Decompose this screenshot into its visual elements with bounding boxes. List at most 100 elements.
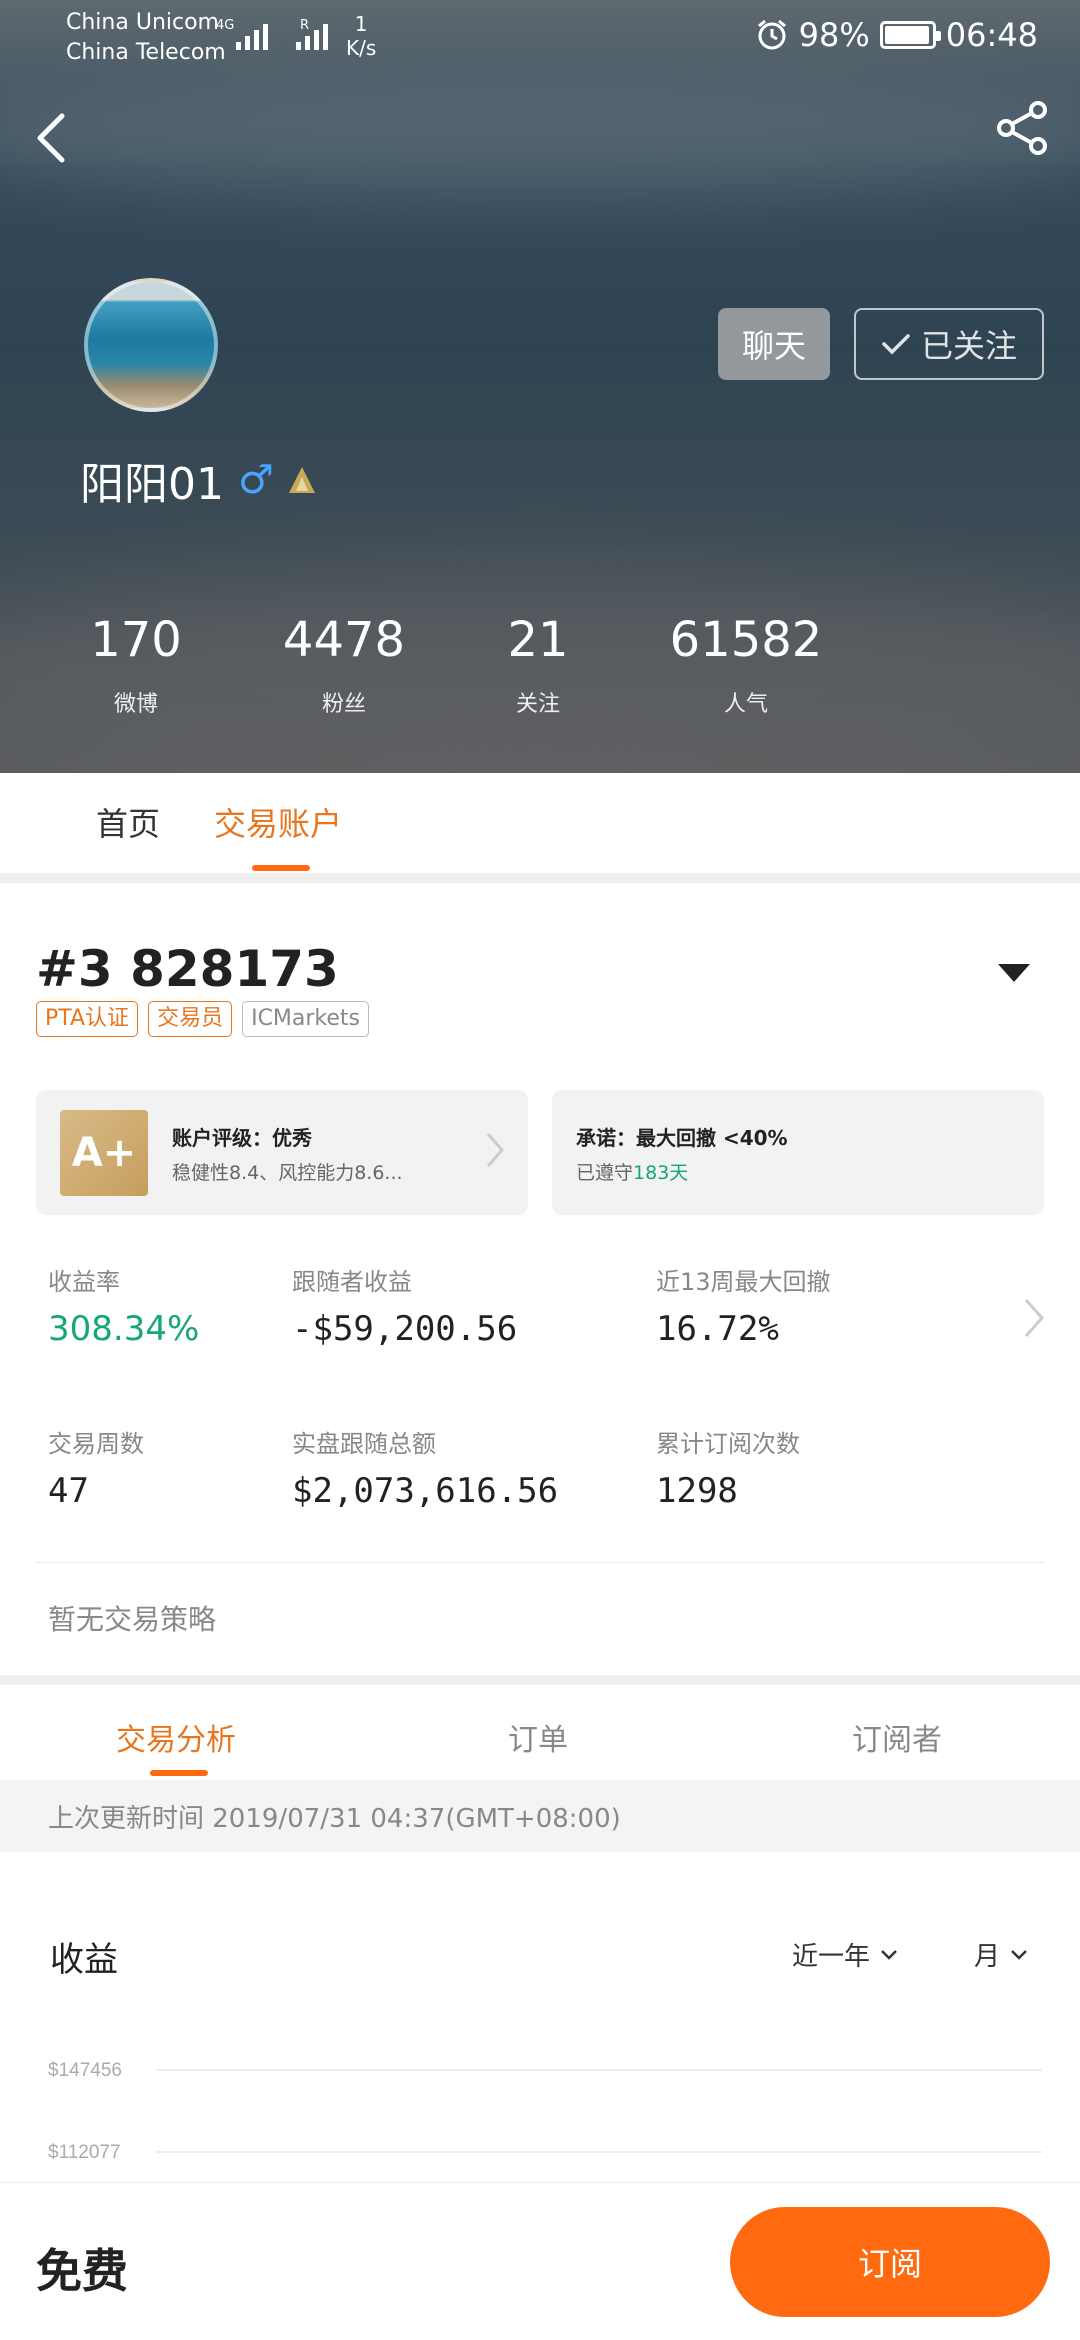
stat-following[interactable]: 21 关注: [448, 612, 628, 718]
chat-button[interactable]: 聊天: [718, 308, 830, 380]
chevron-down-icon: [1011, 1949, 1027, 1960]
speed-unit: K/s: [346, 36, 377, 60]
grade-badge: A+: [60, 1110, 148, 1196]
metric-label: 实盘跟随总额: [292, 1430, 436, 1458]
tab-trading-account[interactable]: 交易账户: [214, 799, 342, 845]
share-icon[interactable]: [994, 100, 1050, 156]
profile-tabs: 首页 交易账户: [0, 773, 1080, 873]
range-select[interactable]: 近一年: [792, 1936, 898, 1973]
profile-header: China Unicom China Telecom 4G R 1 K/s 98…: [0, 0, 1080, 773]
stat-fans[interactable]: 4478 粉丝: [254, 612, 434, 718]
update-time-bar: 上次更新时间 2019/07/31 04:37(GMT+08:00): [0, 1780, 1080, 1852]
metric-label: 跟随者收益: [292, 1268, 412, 1296]
stat-label: 微博: [113, 692, 158, 717]
battery-icon: [879, 21, 941, 49]
metric-label: 交易周数: [48, 1430, 144, 1458]
metric-label: 累计订阅次数: [656, 1430, 800, 1458]
metric-follow-total: 实盘跟随总额 $2,073,616.56: [292, 1424, 558, 1511]
speed-value: 1: [354, 12, 368, 36]
stat-label: 人气: [723, 692, 768, 717]
status-right: 98% 06:48: [755, 16, 1038, 54]
period-select[interactable]: 月: [974, 1936, 1028, 1973]
range-select-value: 近一年: [792, 1942, 871, 1972]
metric-value: 47: [48, 1471, 89, 1511]
chat-button-label: 聊天: [741, 327, 806, 365]
username-row: 阳阳01 ♂: [80, 448, 316, 512]
update-time: 上次更新时间 2019/07/31 04:37(GMT+08:00): [48, 1804, 621, 1834]
username: 阳阳01: [80, 459, 224, 510]
signal-icon: [236, 20, 268, 50]
metric-value: 16.72%: [656, 1309, 779, 1349]
rating-title: 账户评级：优秀: [172, 1126, 312, 1150]
stat-posts[interactable]: 170 微博: [46, 612, 226, 718]
stat-value: 21: [507, 612, 569, 668]
y-tick-label: $147456: [48, 2060, 122, 2081]
metric-value: 1298: [656, 1471, 738, 1511]
tab-orders[interactable]: 订单: [508, 1715, 568, 1759]
analysis-tabs: 交易分析 订单 订阅者: [0, 1685, 1080, 1777]
promise-card: 承诺：最大回撤 <40% 已遵守183天: [552, 1090, 1044, 1215]
active-tab-indicator: [150, 1770, 208, 1776]
male-gender-icon: ♂: [238, 457, 274, 503]
chevron-right-icon: [486, 1133, 504, 1167]
tab-trade-analysis[interactable]: 交易分析: [116, 1715, 236, 1759]
background-decoration: [0, 80, 1080, 200]
active-tab-indicator: [252, 865, 310, 871]
follow-button[interactable]: 已关注: [854, 308, 1044, 380]
stat-label: 粉丝: [321, 692, 366, 717]
strategy-text: 暂无交易策略: [48, 1603, 217, 1636]
carrier-names: China Unicom China Telecom: [66, 8, 226, 68]
period-select-value: 月: [974, 1942, 1001, 1972]
stat-value: 61582: [669, 612, 823, 668]
network-speed: 1 K/s: [346, 12, 376, 60]
account-title: #3 828173: [36, 940, 339, 998]
tag-trader: 交易员: [148, 1001, 233, 1037]
chevron-right-icon[interactable]: [1022, 1296, 1046, 1340]
profit-chart-svg: $147456 $112077: [48, 2060, 1042, 2163]
clock: 06:48: [945, 16, 1038, 54]
carrier-2: China Telecom: [66, 40, 226, 65]
metric-trading-weeks: 交易周数 47: [48, 1424, 144, 1511]
section-divider: [0, 1675, 1080, 1685]
account-dropdown-caret-icon[interactable]: [998, 964, 1030, 982]
status-bar: China Unicom China Telecom 4G R 1 K/s 98…: [0, 0, 1080, 76]
back-arrow-icon[interactable]: [28, 108, 78, 168]
promise-days: 183天: [633, 1162, 689, 1184]
metric-subscription-count: 累计订阅次数 1298: [656, 1424, 800, 1511]
stat-popularity: 61582 人气: [656, 612, 836, 718]
bottom-action-bar: 免费 订阅: [0, 2182, 1080, 2340]
divider: [36, 1562, 1044, 1563]
metric-follower-profit: 跟随者收益 -$59,200.56: [292, 1262, 517, 1349]
y-tick-label: $112077: [48, 2142, 121, 2163]
promise-title: 承诺：最大回撤 <40%: [576, 1126, 788, 1150]
metric-value: -$59,200.56: [292, 1309, 518, 1349]
battery-percent: 98%: [798, 16, 870, 54]
stat-label: 关注: [515, 692, 560, 717]
profile-stats: 170 微博 4478 粉丝 21 关注 61582 人气: [0, 612, 1080, 732]
chevron-down-icon: [881, 1949, 897, 1960]
subscribe-button[interactable]: 订阅: [730, 2207, 1050, 2317]
signal-icon: [296, 20, 328, 50]
promise-subtitle-prefix: 已遵守: [576, 1162, 634, 1184]
tag-pta-certified: PTA认证: [36, 1001, 139, 1037]
avatar[interactable]: [84, 278, 218, 412]
stat-value: 4478: [282, 612, 406, 668]
metric-label: 收益率: [48, 1268, 120, 1296]
stat-value: 170: [90, 612, 182, 668]
alarm-icon: [757, 19, 786, 50]
metric-value: $2,073,616.56: [292, 1471, 559, 1511]
price-label: 免费: [36, 2244, 128, 2298]
account-rating-card[interactable]: A+ 账户评级：优秀 稳健性8.4、风控能力8.6...: [36, 1090, 528, 1215]
metric-return-rate: 收益率 308.34%: [48, 1262, 199, 1349]
profit-chart: $147456 $112077: [0, 2040, 1080, 2180]
carrier-1: China Unicom: [66, 10, 219, 35]
tab-subscribers[interactable]: 订阅者: [852, 1715, 942, 1759]
section-divider: [0, 873, 1080, 883]
account-tags: PTA认证 交易员 ICMarkets: [36, 1001, 370, 1037]
metric-label: 近13周最大回撤: [656, 1268, 831, 1296]
metric-value: 308.34%: [48, 1309, 200, 1349]
tab-home[interactable]: 首页: [96, 799, 160, 845]
level-badge-icon: [288, 467, 315, 493]
chart-title: 收益: [50, 1940, 118, 1980]
promise-subtitle: 已遵守183天: [576, 1158, 688, 1185]
